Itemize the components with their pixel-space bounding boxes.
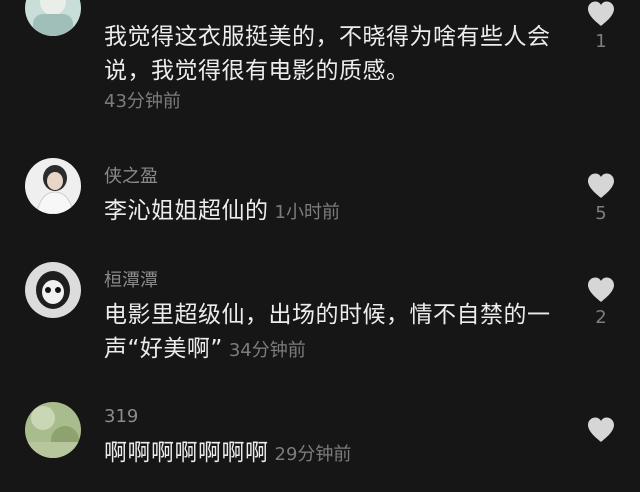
comment-text: 啊啊啊啊啊啊啊 29分钟前 <box>104 436 574 472</box>
comment-text-content: 啊啊啊啊啊啊啊 <box>104 440 269 466</box>
comment-text: 我觉得这衣服挺美的，不晓得为啥有些人会说，我觉得很有电影的质感。 43分钟前 <box>104 20 554 116</box>
comment-timestamp: 34分钟前 <box>228 340 306 361</box>
avatar[interactable] <box>25 262 81 318</box>
comment-text-content: 李沁姐姐超仙的 <box>104 198 269 224</box>
comment-username[interactable]: 侠之盈 <box>104 162 158 188</box>
like-count: 1 <box>595 31 607 52</box>
comment-timestamp: 43分钟前 <box>104 91 181 112</box>
comment-text-content: 电影里超级仙，出场的时候，情不自禁的一声“好美啊” <box>104 302 551 362</box>
comment-timestamp: 29分钟前 <box>274 444 352 465</box>
comment-username[interactable]: 桓潭潭 <box>104 266 158 292</box>
like-button[interactable] <box>583 416 619 447</box>
comment-text: 电影里超级仙，出场的时候，情不自禁的一声“好美啊” 34分钟前 <box>104 298 554 368</box>
comment-text-content: 我觉得这衣服挺美的，不晓得为啥有些人会说，我觉得很有电影的质感。 <box>104 24 551 84</box>
heart-icon <box>588 277 614 302</box>
heart-icon <box>588 173 614 198</box>
comment-timestamp: 1小时前 <box>274 202 340 223</box>
like-count: 5 <box>595 203 607 224</box>
like-button[interactable]: 5 <box>583 172 619 224</box>
like-button[interactable]: 2 <box>583 276 619 328</box>
avatar[interactable] <box>25 0 81 36</box>
comment-text: 李沁姐姐超仙的 1小时前 <box>104 194 574 230</box>
like-count: 2 <box>595 307 607 328</box>
heart-icon <box>588 417 614 442</box>
avatar[interactable] <box>25 158 81 214</box>
like-button[interactable]: 1 <box>583 0 619 52</box>
avatar[interactable] <box>25 402 81 458</box>
comment-username[interactable]: 319 <box>104 406 138 427</box>
heart-icon <box>588 1 614 26</box>
